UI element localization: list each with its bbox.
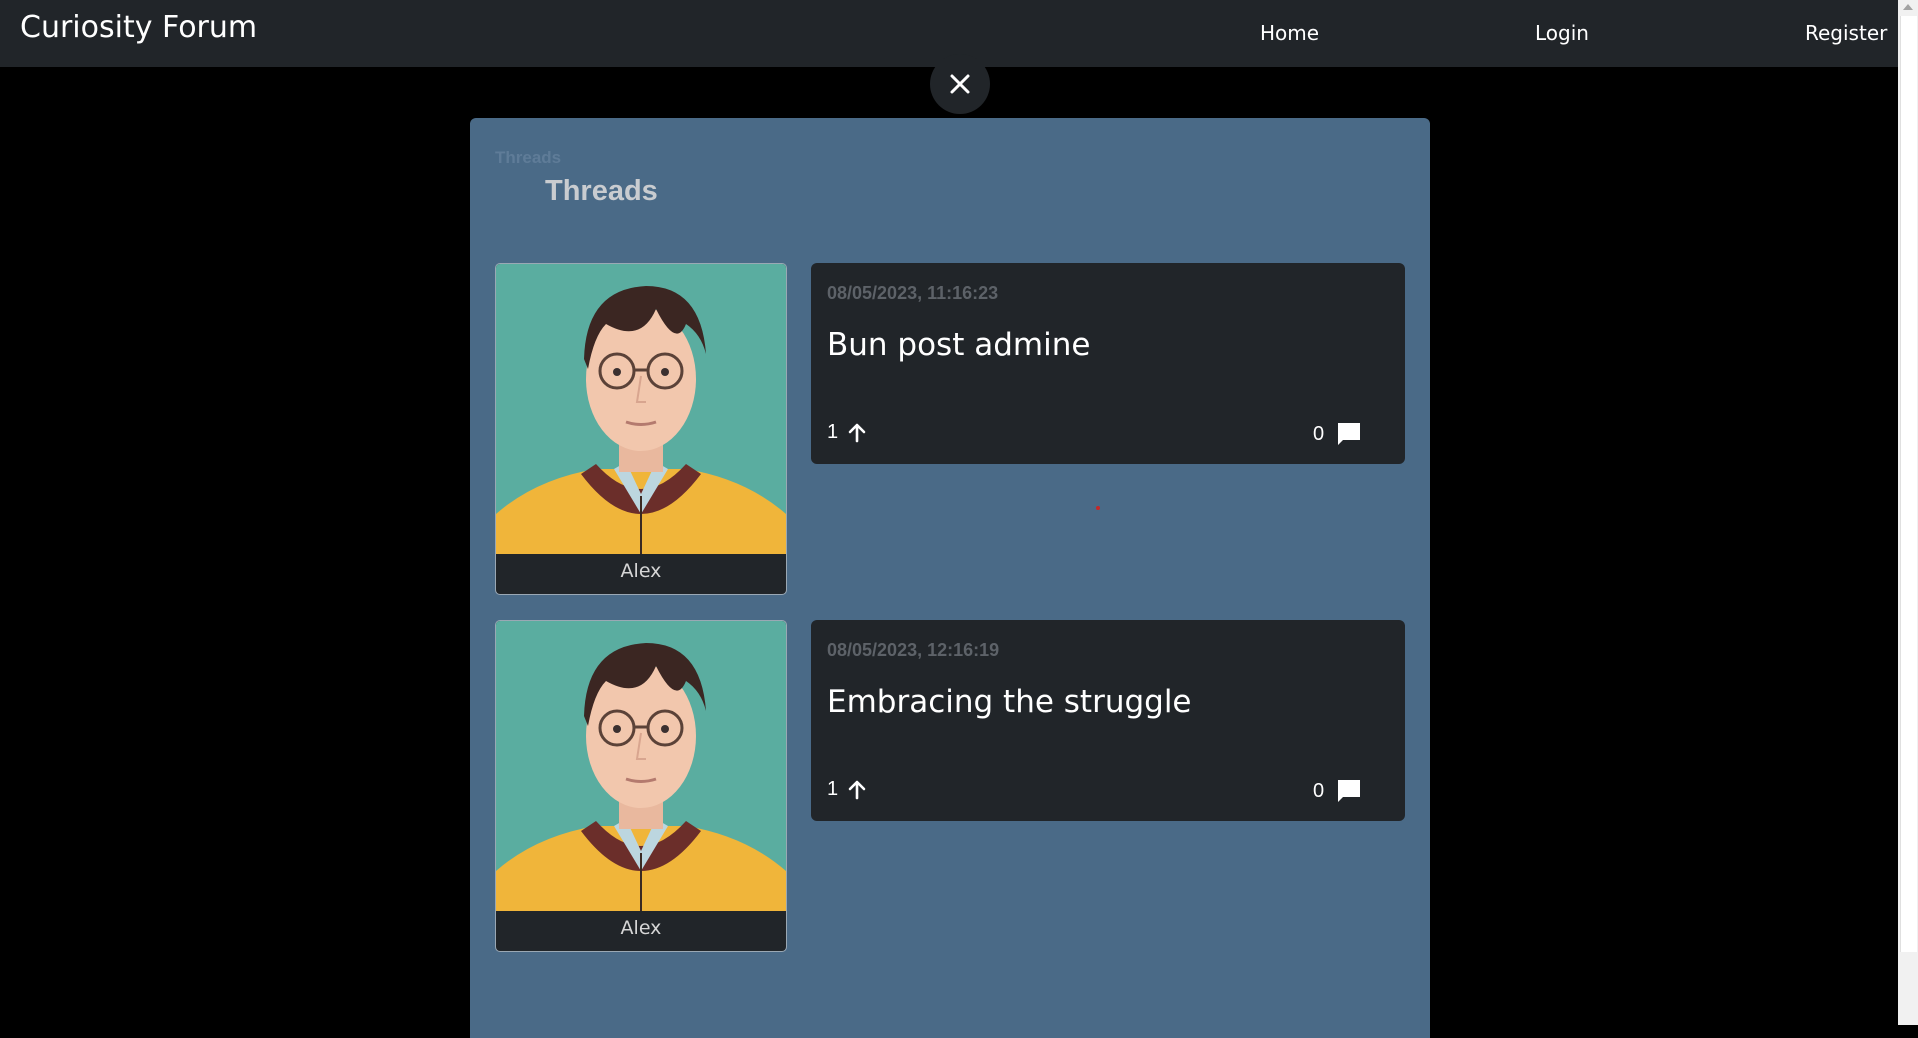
comments-button[interactable]: 0 <box>1313 421 1362 447</box>
thread-card[interactable]: 08/05/2023, 11:16:23 Bun post admine 1 0 <box>811 263 1405 464</box>
breadcrumb[interactable]: Threads <box>495 148 561 168</box>
thread-item: Alex 08/05/2023, 11:16:23 Bun post admin… <box>495 263 1405 595</box>
author-card[interactable]: Alex <box>495 620 787 952</box>
thread-item: Alex 08/05/2023, 12:16:19 Embracing the … <box>495 620 1405 952</box>
avatar <box>496 621 786 911</box>
nav-register-link[interactable]: Register <box>1805 21 1887 45</box>
comments-button[interactable]: 0 <box>1313 778 1362 804</box>
thread-date: 08/05/2023, 12:16:19 <box>827 640 1000 660</box>
upvote-button[interactable]: 1 <box>827 778 867 801</box>
thread-title[interactable]: Bun post admine <box>827 327 1090 363</box>
nav-login-link[interactable]: Login <box>1535 21 1589 45</box>
avatar <box>496 264 786 554</box>
scroll-up-arrow-icon[interactable] <box>1903 4 1913 10</box>
author-name: Alex <box>620 560 662 582</box>
thread-title[interactable]: Embracing the struggle <box>827 684 1192 720</box>
author-name: Alex <box>620 917 662 939</box>
comment-icon <box>1336 421 1362 447</box>
nav-home-link[interactable]: Home <box>1260 21 1319 45</box>
upvote-count: 1 <box>827 778 839 800</box>
cursor-dot <box>1096 506 1100 510</box>
upvote-count: 1 <box>827 421 839 443</box>
arrow-up-icon <box>847 423 867 443</box>
brand-title[interactable]: Curiosity Forum <box>20 10 257 45</box>
comment-count: 0 <box>1313 779 1325 802</box>
scrollbar-thumb[interactable] <box>1900 16 1917 952</box>
page-scrollbar[interactable] <box>1898 0 1918 1025</box>
page-title: Threads <box>545 175 658 207</box>
comment-count: 0 <box>1313 422 1325 445</box>
thread-card[interactable]: 08/05/2023, 12:16:19 Embracing the strug… <box>811 620 1405 821</box>
comment-icon <box>1336 778 1362 804</box>
close-icon <box>950 74 970 94</box>
author-card[interactable]: Alex <box>495 263 787 595</box>
thread-date: 08/05/2023, 11:16:23 <box>827 283 999 303</box>
upvote-button[interactable]: 1 <box>827 421 867 444</box>
threads-panel: Threads Threads Alex 08/05/2023, 11:16:2… <box>470 118 1430 1038</box>
close-button[interactable] <box>930 54 990 114</box>
arrow-up-icon <box>847 780 867 800</box>
